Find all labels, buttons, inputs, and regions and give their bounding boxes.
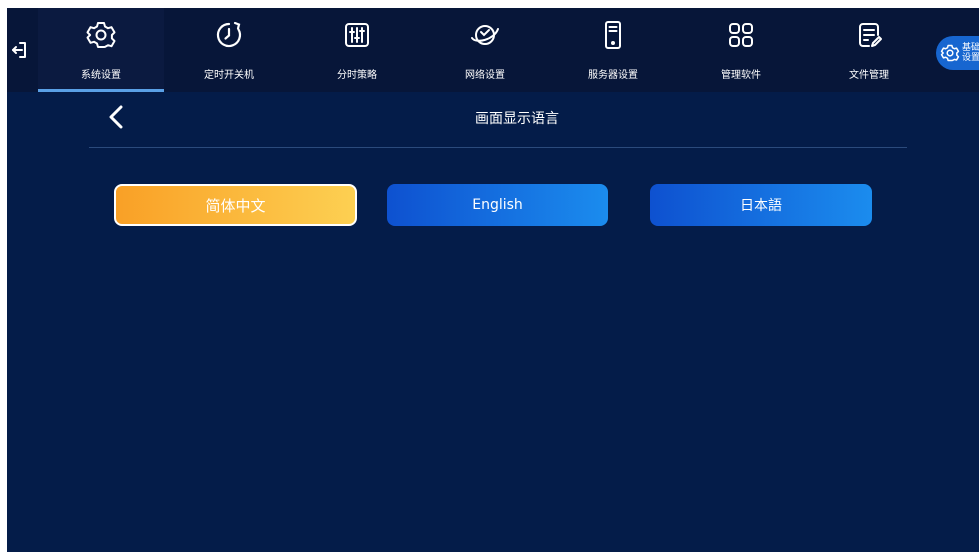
language-option-simplified-chinese[interactable]: 简体中文 xyxy=(114,184,357,226)
language-option-english[interactable]: English xyxy=(387,184,608,226)
nav-item-scheduled-power[interactable]: 定时开关机 xyxy=(166,8,292,92)
nav-item-label: 系统设置 xyxy=(81,70,121,81)
nav-item-label: 管理软件 xyxy=(721,70,761,81)
globe-network-icon xyxy=(471,25,499,45)
page-title: 画面显示语言 xyxy=(475,111,559,127)
nav-item-label: 分时策略 xyxy=(337,70,377,81)
nav-item-label: 定时开关机 xyxy=(204,70,254,81)
header-divider xyxy=(89,147,907,148)
nav-item-time-strategy[interactable]: 分时策略 xyxy=(294,8,420,92)
top-nav-bar: 系统设置 定时开关机 分时策略 网络设置 服务器设置 管理软件 文件管理 基础设… xyxy=(7,8,979,92)
nav-item-label: 网络设置 xyxy=(465,70,505,81)
language-option-label: English xyxy=(472,197,523,213)
base-settings-button[interactable]: 基础设置 xyxy=(936,36,979,70)
nav-item-label: 文件管理 xyxy=(849,70,889,81)
gear-icon xyxy=(940,44,960,62)
language-option-label: 简体中文 xyxy=(205,196,266,215)
sliders-icon xyxy=(345,23,369,47)
nav-item-file-management[interactable]: 文件管理 xyxy=(806,8,932,92)
active-tab-indicator xyxy=(38,89,164,92)
nav-item-server-settings[interactable]: 服务器设置 xyxy=(550,8,676,92)
nav-item-label: 服务器设置 xyxy=(588,70,638,81)
nav-item-system-settings[interactable]: 系统设置 xyxy=(38,8,164,92)
app-screen: 系统设置 定时开关机 分时策略 网络设置 服务器设置 管理软件 文件管理 基础设… xyxy=(7,8,979,552)
apps-grid-icon xyxy=(729,23,753,47)
nav-item-management-software[interactable]: 管理软件 xyxy=(678,8,804,92)
nav-item-network-settings[interactable]: 网络设置 xyxy=(422,8,548,92)
exit-icon xyxy=(12,42,26,58)
timer-clock-icon xyxy=(216,21,242,48)
gear-icon xyxy=(86,22,116,48)
base-settings-label: 基础设置 xyxy=(962,43,979,63)
exit-button[interactable] xyxy=(7,36,31,64)
language-option-label: 日本語 xyxy=(740,198,782,214)
file-edit-icon xyxy=(859,23,882,47)
server-icon xyxy=(605,21,621,49)
language-option-japanese[interactable]: 日本語 xyxy=(650,184,872,226)
